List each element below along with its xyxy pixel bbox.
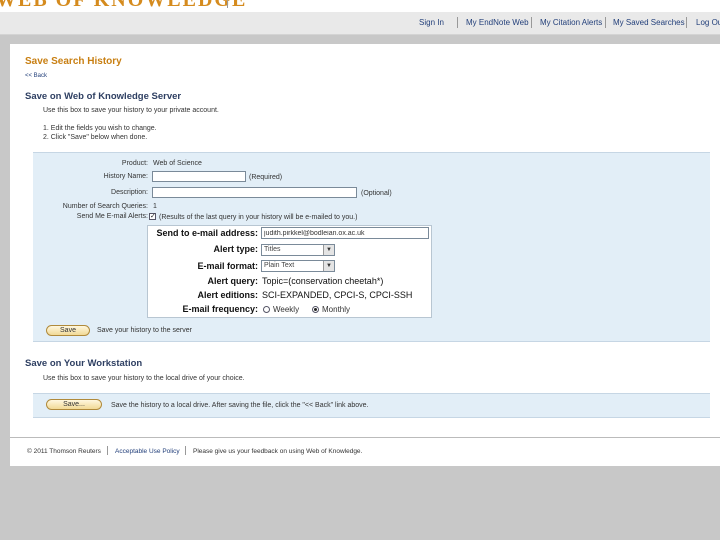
send-to-email-input[interactable] xyxy=(261,227,429,239)
footer-copyright: © 2011 Thomson Reuters xyxy=(27,448,101,455)
frequency-monthly-label: Monthly xyxy=(322,305,351,314)
header-divider xyxy=(605,17,606,28)
header-divider xyxy=(531,17,532,28)
email-alerts-label: Send Me E-mail Alerts: xyxy=(76,213,148,220)
footer-divider xyxy=(185,446,186,455)
save-to-workstation-note: Save the history to a local drive. After… xyxy=(111,402,369,409)
workstation-section-intro: Use this box to save your history to the… xyxy=(43,375,245,382)
footer-divider xyxy=(107,446,108,455)
product-value: Web of Science xyxy=(153,160,202,167)
my-saved-searches-link[interactable]: My Saved Searches xyxy=(613,18,685,27)
frequency-monthly-radio[interactable] xyxy=(312,306,319,313)
chevron-down-icon: ▼ xyxy=(323,261,334,271)
alert-query-value: Topic=(conservation cheetah*) xyxy=(262,276,384,286)
email-format-label: E-mail format: xyxy=(197,261,258,271)
history-name-label: History Name: xyxy=(103,173,148,180)
chevron-down-icon: ▼ xyxy=(323,245,334,255)
num-queries-value: 1 xyxy=(153,203,157,210)
footer-divider xyxy=(10,437,720,438)
my-citation-alerts-link[interactable]: My Citation Alerts xyxy=(540,18,602,27)
instruction-step-2: 2. Click "Save" below when done. xyxy=(43,134,148,141)
product-label: Product: xyxy=(121,160,148,167)
alert-type-value: Titles xyxy=(264,246,281,253)
frequency-weekly-radio[interactable] xyxy=(263,306,270,313)
frequency-weekly-label: Weekly xyxy=(273,305,300,314)
description-label: Description: xyxy=(111,189,148,196)
save-to-server-note: Save your history to the server xyxy=(97,327,192,334)
log-out-link[interactable]: Log Out xyxy=(696,18,720,27)
logo-divider xyxy=(227,0,228,8)
save-to-workstation-button[interactable]: Save... xyxy=(46,399,102,410)
alert-type-select[interactable]: Titles ▼ xyxy=(261,244,335,256)
header-divider xyxy=(686,17,687,28)
description-input[interactable] xyxy=(152,187,357,198)
alert-type-label: Alert type: xyxy=(213,244,258,254)
footer-feedback[interactable]: Please give us your feedback on using We… xyxy=(193,448,362,455)
send-to-email-label: Send to e-mail address: xyxy=(156,228,258,238)
brand-bar: WEB OF KNOWLEDGE xyxy=(0,0,720,12)
sign-in-link[interactable]: Sign In xyxy=(419,18,444,27)
instruction-step-1: 1. Edit the fields you wish to change. xyxy=(43,125,157,132)
acceptable-use-policy-link[interactable]: Acceptable Use Policy xyxy=(115,448,180,455)
my-endnote-web-link[interactable]: My EndNote Web xyxy=(466,18,529,27)
brand-logo[interactable]: WEB OF KNOWLEDGE xyxy=(0,0,247,12)
num-queries-label: Number of Search Queries: xyxy=(62,203,148,210)
email-alerts-note: (Results of the last query in your histo… xyxy=(159,214,358,221)
back-link[interactable]: << Back xyxy=(25,73,47,79)
server-section-intro: Use this box to save your history to you… xyxy=(43,107,219,114)
workstation-section-heading: Save on Your Workstation xyxy=(25,358,143,369)
history-name-input[interactable] xyxy=(152,171,246,182)
description-optional-note: (Optional) xyxy=(361,190,392,197)
alert-query-label: Alert query: xyxy=(207,276,258,286)
server-section-heading: Save on Web of Knowledge Server xyxy=(25,91,182,102)
email-alerts-checkbox[interactable]: ✓ xyxy=(149,213,156,220)
header-divider xyxy=(457,17,458,28)
save-to-server-button[interactable]: Save xyxy=(46,325,90,336)
alert-editions-value: SCI-EXPANDED, CPCI-S, CPCI-SSH xyxy=(262,290,413,300)
header-links-bar: Sign In My EndNote Web My Citation Alert… xyxy=(0,12,720,35)
alert-editions-label: Alert editions: xyxy=(197,290,258,300)
email-frequency-label: E-mail frequency: xyxy=(182,304,258,314)
email-format-select[interactable]: Plain Text ▼ xyxy=(261,260,335,272)
history-name-required-note: (Required) xyxy=(249,174,283,181)
email-format-value: Plain Text xyxy=(264,262,295,269)
page-title: Save Search History xyxy=(25,56,122,67)
